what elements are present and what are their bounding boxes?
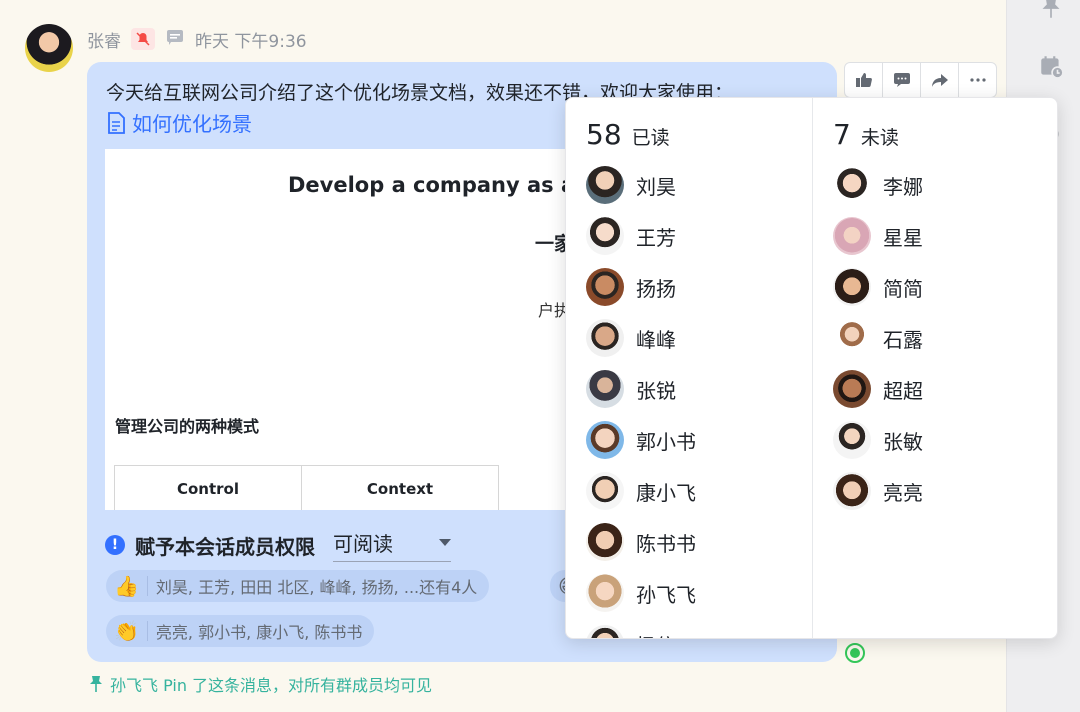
unread-user[interactable]: 李娜	[833, 165, 923, 205]
avatar	[586, 472, 624, 510]
permission-row: ! 赋予本会话成员权限 可阅读	[105, 528, 451, 562]
mute-icon	[131, 28, 155, 50]
preview-table: Control Context	[114, 465, 499, 510]
unread-label: 未读	[860, 127, 899, 149]
avatar	[586, 523, 624, 561]
avatar	[833, 421, 871, 459]
pin-notice-text: 孙飞飞 Pin 了这条消息，对所有群成员均可见	[110, 676, 433, 695]
comment-icon	[165, 27, 185, 52]
thumbs-up-icon	[855, 73, 872, 87]
reply-button[interactable]	[883, 63, 921, 97]
avatar	[833, 166, 871, 204]
like-button[interactable]	[845, 63, 883, 97]
pin-icon[interactable]	[1035, 0, 1067, 24]
read-user[interactable]: 康小飞	[586, 471, 696, 511]
read-status-icon[interactable]	[845, 643, 865, 663]
avatar	[586, 625, 624, 638]
avatar	[586, 421, 624, 459]
comment-icon	[893, 73, 910, 87]
avatar	[833, 472, 871, 510]
sender-avatar[interactable]	[25, 24, 73, 72]
reaction-clap[interactable]: 👏 亮亮, 郭小书, 康小飞, 陈书书	[106, 615, 375, 647]
unread-user[interactable]: 简简	[833, 267, 923, 307]
unread-column: 7 未读 李娜 星星 简简 石露 超超 张敏 亮亮	[833, 98, 1053, 638]
reaction-thumbs-up[interactable]: 👍 刘昊, 王芳, 田田 北区, 峰峰, 扬扬, ...还有4人	[106, 570, 490, 602]
avatar	[833, 268, 871, 306]
sender-name[interactable]: 张睿	[87, 27, 121, 52]
read-user[interactable]: 扬扬	[586, 267, 676, 307]
permission-value: 可阅读	[333, 532, 393, 556]
avatar	[586, 166, 624, 204]
unread-user[interactable]: 亮亮	[833, 471, 923, 511]
read-receipt-popup: 58 已读 刘昊 王芳 扬扬 峰峰 张锐 郭小书 康小飞 陈书书 孙飞飞 杨信 …	[565, 97, 1058, 639]
more-button[interactable]	[959, 63, 996, 97]
avatar	[586, 574, 624, 612]
sender-row: 张睿 昨天 下午9:36	[87, 27, 307, 52]
message-timestamp: 昨天 下午9:36	[195, 31, 307, 52]
doc-link-label[interactable]: 如何优化场景	[132, 108, 252, 137]
read-user[interactable]: 王芳	[586, 216, 676, 256]
read-user[interactable]: 陈书书	[586, 522, 696, 562]
read-user[interactable]: 张锐	[586, 369, 676, 409]
read-user[interactable]: 孙飞飞	[586, 573, 696, 613]
info-icon: !	[105, 535, 125, 555]
avatar	[833, 217, 871, 255]
read-count: 58	[586, 118, 622, 151]
chevron-down-icon	[439, 539, 451, 546]
read-user[interactable]: 杨信	[586, 624, 676, 638]
pin-notice: 孙飞飞 Pin 了这条消息，对所有群成员均可见	[88, 672, 432, 696]
preview-title: Develop a company as a pr	[288, 173, 575, 197]
avatar	[586, 217, 624, 255]
preview-section-heading: 管理公司的两种模式	[115, 417, 260, 436]
thumbs-up-icon: 👍	[114, 574, 139, 598]
calendar-icon[interactable]	[1035, 50, 1067, 82]
pin-icon	[90, 676, 102, 692]
forward-icon	[931, 74, 948, 87]
unread-user[interactable]: 超超	[833, 369, 923, 409]
table-header-context: Context	[301, 465, 499, 510]
avatar	[586, 319, 624, 357]
message-toolbar	[844, 62, 997, 98]
reaction-users[interactable]: 亮亮, 郭小书, 康小飞, 陈书书	[156, 619, 363, 643]
unread-count: 7	[833, 118, 851, 151]
permission-select[interactable]: 可阅读	[333, 528, 451, 562]
clap-icon: 👏	[114, 619, 139, 643]
unread-user[interactable]: 石露	[833, 318, 923, 358]
unread-user[interactable]: 星星	[833, 216, 923, 256]
doc-preview[interactable]: Develop a company as a pr 一家 户执 管理公司的两种模…	[105, 149, 575, 510]
avatar	[833, 370, 871, 408]
permission-label: 赋予本会话成员权限	[135, 534, 315, 559]
read-user[interactable]: 峰峰	[586, 318, 676, 358]
more-icon	[969, 78, 986, 82]
table-header-control: Control	[114, 465, 302, 510]
avatar	[833, 319, 871, 357]
read-user[interactable]: 郭小书	[586, 420, 696, 460]
read-user[interactable]: 刘昊	[586, 165, 676, 205]
avatar	[586, 268, 624, 306]
avatar	[586, 370, 624, 408]
document-icon	[108, 111, 125, 134]
read-header: 58 已读	[586, 118, 670, 151]
unread-header: 7 未读	[833, 118, 899, 151]
doc-link[interactable]: 如何优化场景	[106, 108, 252, 137]
read-column: 58 已读 刘昊 王芳 扬扬 峰峰 张锐 郭小书 康小飞 陈书书 孙飞飞 杨信	[586, 98, 806, 638]
forward-button[interactable]	[921, 63, 959, 97]
read-label: 已读	[631, 127, 670, 149]
unread-user[interactable]: 张敏	[833, 420, 923, 460]
reaction-users[interactable]: 刘昊, 王芳, 田田 北区, 峰峰, 扬扬, ...还有4人	[156, 574, 477, 598]
